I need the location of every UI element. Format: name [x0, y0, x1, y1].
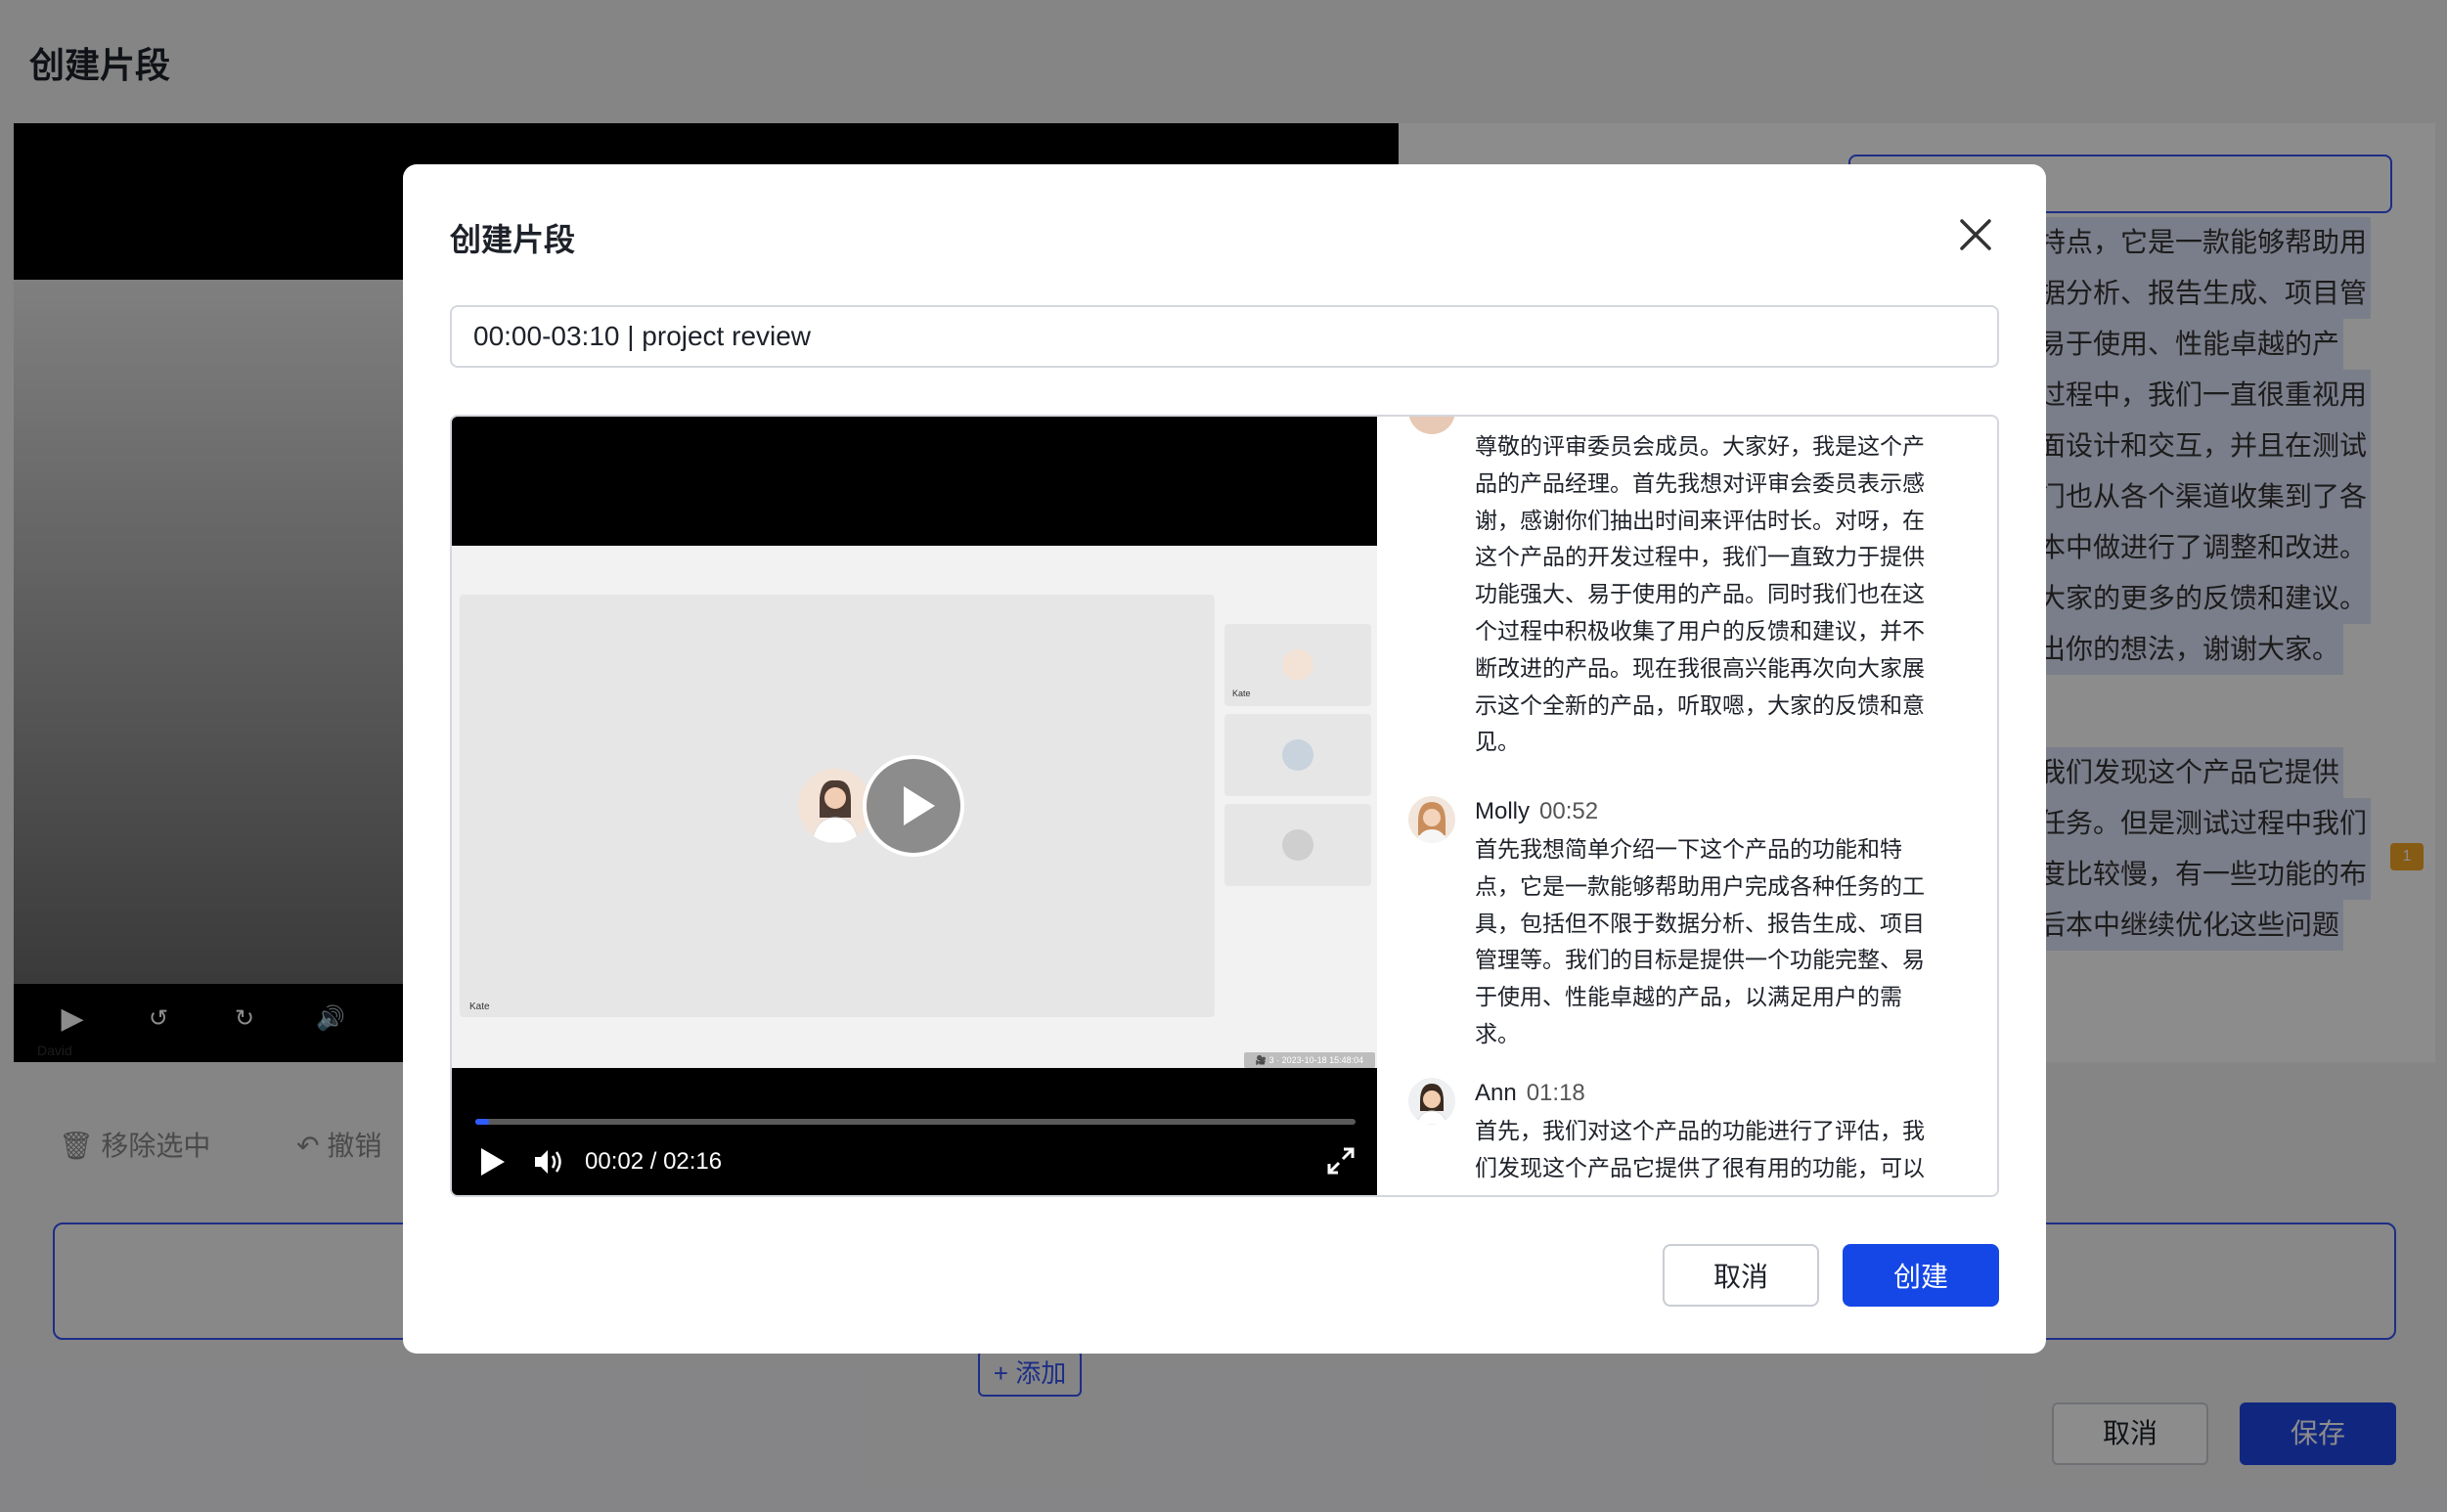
transcript-panel[interactable]: 尊敬的评审委员会成员。大家好，我是这个产 品的产品经理。首先我想对评审会委员表示…: [1377, 417, 1997, 1195]
side-tile-name: Kate: [1232, 689, 1251, 698]
speaker-name: Molly: [1475, 798, 1531, 824]
clip-preview-panel: Kate Kate 🎥 3 · 2023-10-18 15:48:04 00:0…: [450, 415, 1999, 1197]
play-icon: [481, 1148, 505, 1176]
main-tile-name: Kate: [469, 1001, 490, 1012]
progress-fill: [475, 1119, 489, 1125]
transcript-text: 首先我想简单介绍一下这个产品的功能和特 点，它是一款能够帮助用户完成各种任务的工…: [1475, 836, 1925, 1046]
transcript-header: Molly 00:52: [1475, 798, 1598, 825]
transcript-header: Ann 01:18: [1475, 1080, 1585, 1107]
side-video-tile: [1224, 804, 1371, 886]
main-speaker-avatar: [798, 769, 872, 843]
avatar-ann: [1408, 1078, 1455, 1125]
speaker-timestamp[interactable]: 00:52: [1539, 798, 1598, 824]
avatar-molly: [1408, 796, 1455, 843]
video-frame: Kate Kate 🎥 3 · 2023-10-18 15:48:04: [452, 546, 1377, 1068]
play-icon: [904, 786, 935, 825]
create-button[interactable]: 创建: [1843, 1244, 1999, 1307]
side-video-tile: Kate: [1224, 624, 1371, 706]
avatar-placeholder: [1282, 829, 1313, 861]
avatar: [1408, 417, 1455, 434]
speaker-timestamp[interactable]: 01:18: [1527, 1080, 1585, 1106]
transcript-text: 首先，我们对这个产品的功能进行了评估，我 们发现这个产品它提供了很有用的功能，可…: [1475, 1118, 1925, 1180]
close-button[interactable]: [1954, 213, 1997, 256]
dialog-title: 创建片段: [450, 222, 576, 257]
volume-icon: [535, 1150, 561, 1174]
fullscreen-icon: [1327, 1147, 1355, 1175]
cancel-button[interactable]: 取消: [1663, 1244, 1819, 1307]
side-video-tile: [1224, 714, 1371, 796]
clip-name-input[interactable]: [450, 305, 1999, 368]
close-icon: [1960, 219, 1991, 250]
progress-bar[interactable]: [475, 1119, 1356, 1125]
create-clip-dialog: 创建片段 00:00-03:10 | project review Kate K…: [403, 164, 2046, 1354]
recording-timestamp: 🎥 3 · 2023-10-18 15:48:04: [1244, 1052, 1375, 1068]
video-player[interactable]: Kate Kate 🎥 3 · 2023-10-18 15:48:04 00:0…: [452, 417, 1377, 1195]
fullscreen-button[interactable]: [1324, 1144, 1357, 1178]
avatar: [1282, 739, 1313, 771]
time-display: 00:02 / 02:16: [585, 1148, 723, 1175]
transcript-text: 尊敬的评审委员会成员。大家好，我是这个产 品的产品经理。首先我想对评审会委员表示…: [1475, 433, 1925, 755]
main-video-tile: Kate: [460, 595, 1215, 1017]
speaker-name: Ann: [1475, 1080, 1517, 1106]
volume-button[interactable]: [530, 1144, 565, 1179]
play-overlay-button[interactable]: [863, 755, 964, 857]
play-button[interactable]: [475, 1142, 511, 1181]
avatar: [1282, 649, 1313, 681]
